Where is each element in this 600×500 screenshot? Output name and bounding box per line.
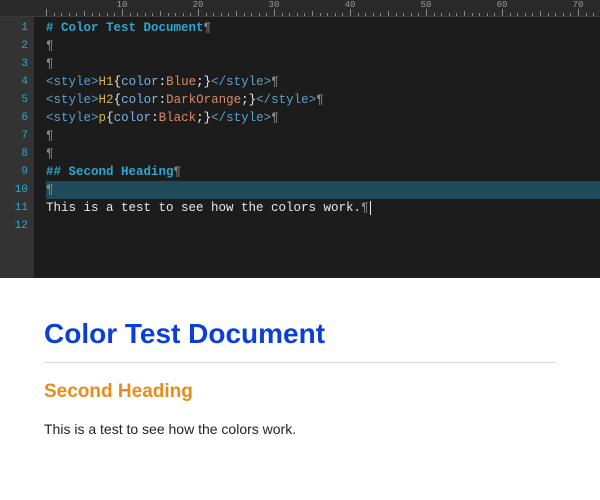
code-area[interactable]: # Color Test Document¶¶¶<style>H1{color:… — [34, 17, 600, 278]
line-number: 7 — [0, 127, 28, 145]
code-editor: 10203040506070 123456789101112 # Color T… — [0, 0, 600, 278]
line-number: 5 — [0, 91, 28, 109]
code-line[interactable]: ## Second Heading¶ — [46, 163, 600, 181]
line-number: 6 — [0, 109, 28, 127]
ruler-track: 10 20 30 40 50 60 70 — [46, 0, 600, 16]
line-number: 12 — [0, 217, 28, 235]
preview-h2: Second Heading — [44, 381, 556, 403]
preview-pane: Color Test Document Second Heading This … — [0, 278, 600, 500]
line-number: 3 — [0, 55, 28, 73]
editor-body: 123456789101112 # Color Test Document¶¶¶… — [0, 17, 600, 278]
code-line[interactable] — [46, 217, 600, 235]
line-number: 2 — [0, 37, 28, 55]
preview-rule — [44, 362, 556, 363]
text-cursor — [370, 201, 371, 215]
horizontal-ruler: 10 20 30 40 50 60 70 — [0, 0, 600, 17]
code-line[interactable]: This is a test to see how the colors wor… — [46, 199, 600, 217]
line-number: 1 — [0, 19, 28, 37]
ruler-label: 60 — [497, 0, 508, 10]
line-number: 10 — [0, 181, 28, 199]
code-line[interactable]: <style>p{color:Black;}</style>¶ — [46, 109, 600, 127]
code-line[interactable]: ¶ — [46, 55, 600, 73]
ruler-label: 10 — [117, 0, 128, 10]
ruler-label: 70 — [573, 0, 584, 10]
line-number: 8 — [0, 145, 28, 163]
ruler-label: 20 — [193, 0, 204, 10]
preview-paragraph: This is a test to see how the colors wor… — [44, 421, 556, 437]
code-line[interactable]: <style>H2{color:DarkOrange;}</style>¶ — [46, 91, 600, 109]
line-number: 9 — [0, 163, 28, 181]
code-line[interactable]: # Color Test Document¶ — [46, 19, 600, 37]
preview-h1: Color Test Document — [44, 318, 556, 350]
line-number-gutter: 123456789101112 — [0, 17, 34, 278]
line-number: 4 — [0, 73, 28, 91]
code-line[interactable]: ¶ — [46, 181, 600, 199]
code-line[interactable]: ¶ — [46, 37, 600, 55]
code-line[interactable]: ¶ — [46, 127, 600, 145]
ruler-label: 30 — [269, 0, 280, 10]
ruler-label: 50 — [421, 0, 432, 10]
code-line[interactable]: ¶ — [46, 145, 600, 163]
line-number: 11 — [0, 199, 28, 217]
ruler-label: 40 — [345, 0, 356, 10]
code-line[interactable]: <style>H1{color:Blue;}</style>¶ — [46, 73, 600, 91]
